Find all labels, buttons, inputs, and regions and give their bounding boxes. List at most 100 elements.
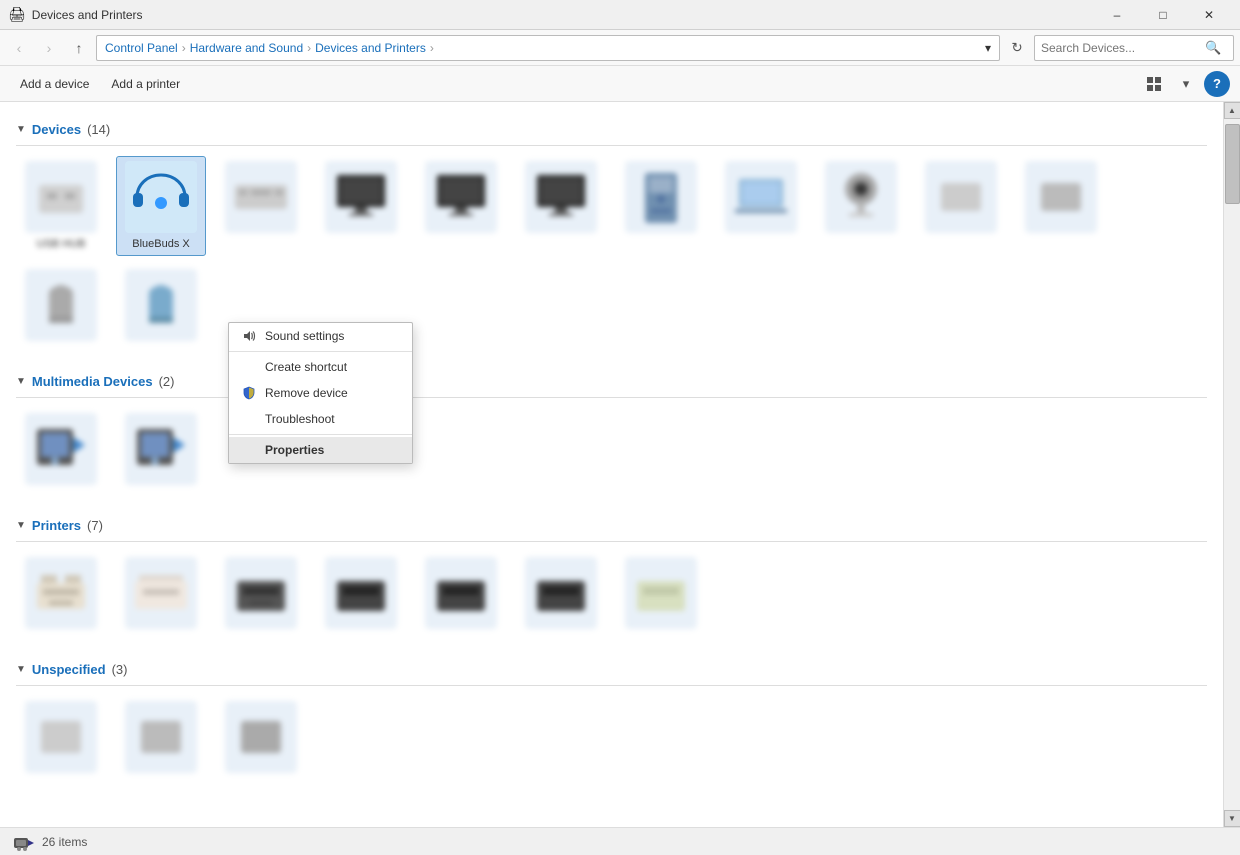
unspecified-section-header[interactable]: ▼ Unspecified (3) [16,662,1207,677]
unspecified-divider [16,685,1207,686]
ctx-separator-1 [229,351,412,352]
list-item[interactable]: USB HUB [16,156,106,256]
scroll-down-arrow[interactable]: ▼ [1224,810,1240,827]
list-item[interactable] [616,156,706,256]
toolbar: Add a device Add a printer ▾ ? [0,66,1240,102]
context-menu-item-properties[interactable]: Properties [229,437,412,463]
address-bar: ‹ › ↑ Control Panel › Hardware and Sound… [0,30,1240,66]
list-item[interactable] [116,696,206,782]
device-icon-d12 [125,269,197,341]
list-item[interactable] [16,696,106,782]
printer-icon-6 [525,557,597,629]
add-printer-button[interactable]: Add a printer [101,73,190,95]
multimedia-section-header[interactable]: ▼ Multimedia Devices (2) [16,374,1207,389]
list-item[interactable] [116,552,206,638]
scroll-up-arrow[interactable]: ▲ [1224,102,1240,119]
printers-label: Printers [32,518,81,533]
minimize-button[interactable]: – [1094,0,1140,30]
list-item[interactable] [116,264,206,350]
speaker-icon [241,328,257,344]
troubleshoot-label: Troubleshoot [265,412,335,426]
list-item[interactable] [16,552,106,638]
list-item[interactable] [1016,156,1106,256]
context-menu-item-sound-settings[interactable]: Sound settings [229,323,412,349]
list-item[interactable] [116,408,206,494]
list-item[interactable] [416,552,506,638]
forward-button[interactable]: › [36,35,62,61]
back-button[interactable]: ‹ [6,35,32,61]
scroll-thumb[interactable] [1225,124,1240,204]
devices-label: Devices [32,122,81,137]
device-icon-laptop [725,161,797,233]
list-item[interactable] [916,156,1006,256]
list-item[interactable] [416,156,506,256]
device-icon-device9 [925,161,997,233]
printers-divider [16,541,1207,542]
maximize-button[interactable]: □ [1140,0,1186,30]
printers-grid [16,552,1207,654]
list-item[interactable] [816,156,906,256]
path-hardware-sound[interactable]: Hardware and Sound [190,41,303,55]
address-dropdown[interactable]: ▾ [985,41,991,55]
add-device-button[interactable]: Add a device [10,73,99,95]
context-menu-item-troubleshoot[interactable]: Troubleshoot [229,406,412,432]
printers-section-header[interactable]: ▼ Printers (7) [16,518,1207,533]
printers-chevron: ▼ [16,520,26,531]
unspecified-label: Unspecified [32,662,106,677]
window-title: Devices and Printers [32,8,143,22]
list-item[interactable] [216,156,306,256]
up-button[interactable]: ↑ [66,35,92,61]
shield-icon [241,385,257,401]
context-menu-item-remove-device[interactable]: Remove device [229,380,412,406]
unspecified-grid [16,696,1207,798]
device-icon-monitor1 [325,161,397,233]
list-item[interactable] [516,156,606,256]
device-icon-webcam [825,161,897,233]
create-shortcut-label: Create shortcut [265,360,347,374]
refresh-button[interactable]: ↻ [1004,35,1030,61]
close-button[interactable]: ✕ [1186,0,1232,30]
list-item[interactable] [316,156,406,256]
device-label: BlueBuds X [132,237,189,251]
main-content: ▼ Devices (14) USB HUB [0,102,1240,827]
multimedia-label: Multimedia Devices [32,374,153,389]
search-input[interactable] [1041,41,1201,55]
title-bar: 🖨 Devices and Printers – □ ✕ [0,0,1240,30]
device-icon-usb [25,161,97,233]
list-item[interactable] [716,156,806,256]
scroll-track[interactable] [1224,119,1240,810]
path-control-panel[interactable]: Control Panel [105,41,178,55]
window-controls: – □ ✕ [1094,0,1232,30]
scrollbar: ▲ ▼ [1223,102,1240,827]
help-button[interactable]: ? [1204,71,1230,97]
list-item[interactable] [216,696,306,782]
multimedia-chevron: ▼ [16,376,26,387]
list-item[interactable] [316,552,406,638]
list-item[interactable] [516,552,606,638]
printer-icon-2 [125,557,197,629]
list-item[interactable] [216,552,306,638]
window-icon: 🖨 [8,6,26,23]
devices-count: (14) [87,122,110,137]
list-item[interactable] [16,408,106,494]
troubleshoot-icon [241,411,257,427]
device-icon-keyboard [225,161,297,233]
context-menu-item-create-shortcut[interactable]: Create shortcut [229,354,412,380]
shortcut-icon [241,359,257,375]
multimedia-grid [16,408,1207,510]
devices-divider [16,145,1207,146]
printer-icon-7 [625,557,697,629]
devices-section-header[interactable]: ▼ Devices (14) [16,122,1207,137]
list-item[interactable]: BlueBuds X [116,156,206,256]
view-dropdown-button[interactable]: ▾ [1172,71,1200,97]
status-bar: 26 items [0,827,1240,855]
device-icon-tower [625,161,697,233]
view-toggle-button[interactable] [1140,71,1168,97]
unspecified-icon-1 [25,701,97,773]
device-icon-monitor3 [525,161,597,233]
properties-icon [241,442,257,458]
path-devices-printers[interactable]: Devices and Printers [315,41,426,55]
unspecified-icon-3 [225,701,297,773]
list-item[interactable] [16,264,106,350]
list-item[interactable] [616,552,706,638]
